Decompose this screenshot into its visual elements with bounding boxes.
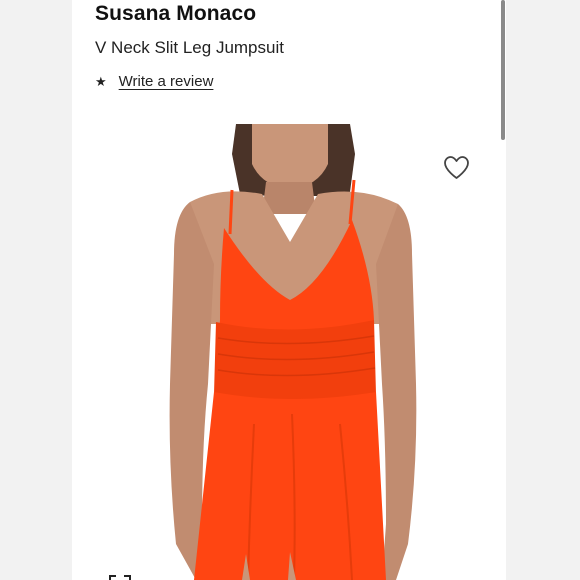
star-icon: ★ — [95, 74, 107, 89]
jumpsuit-legs — [194, 392, 386, 580]
product-image[interactable] — [150, 124, 480, 580]
rating-row: ★ Write a review — [95, 73, 213, 90]
product-page: Susana Monaco V Neck Slit Leg Jumpsuit ★… — [0, 0, 580, 580]
gallery-expand-icon[interactable] — [108, 574, 132, 580]
left-strap — [228, 189, 234, 235]
brand-name[interactable]: Susana Monaco — [95, 2, 256, 26]
write-review-link[interactable]: Write a review — [119, 73, 214, 90]
product-title: V Neck Slit Leg Jumpsuit — [95, 38, 284, 57]
heart-outline-icon[interactable] — [443, 155, 470, 180]
scrollbar[interactable] — [501, 0, 505, 140]
